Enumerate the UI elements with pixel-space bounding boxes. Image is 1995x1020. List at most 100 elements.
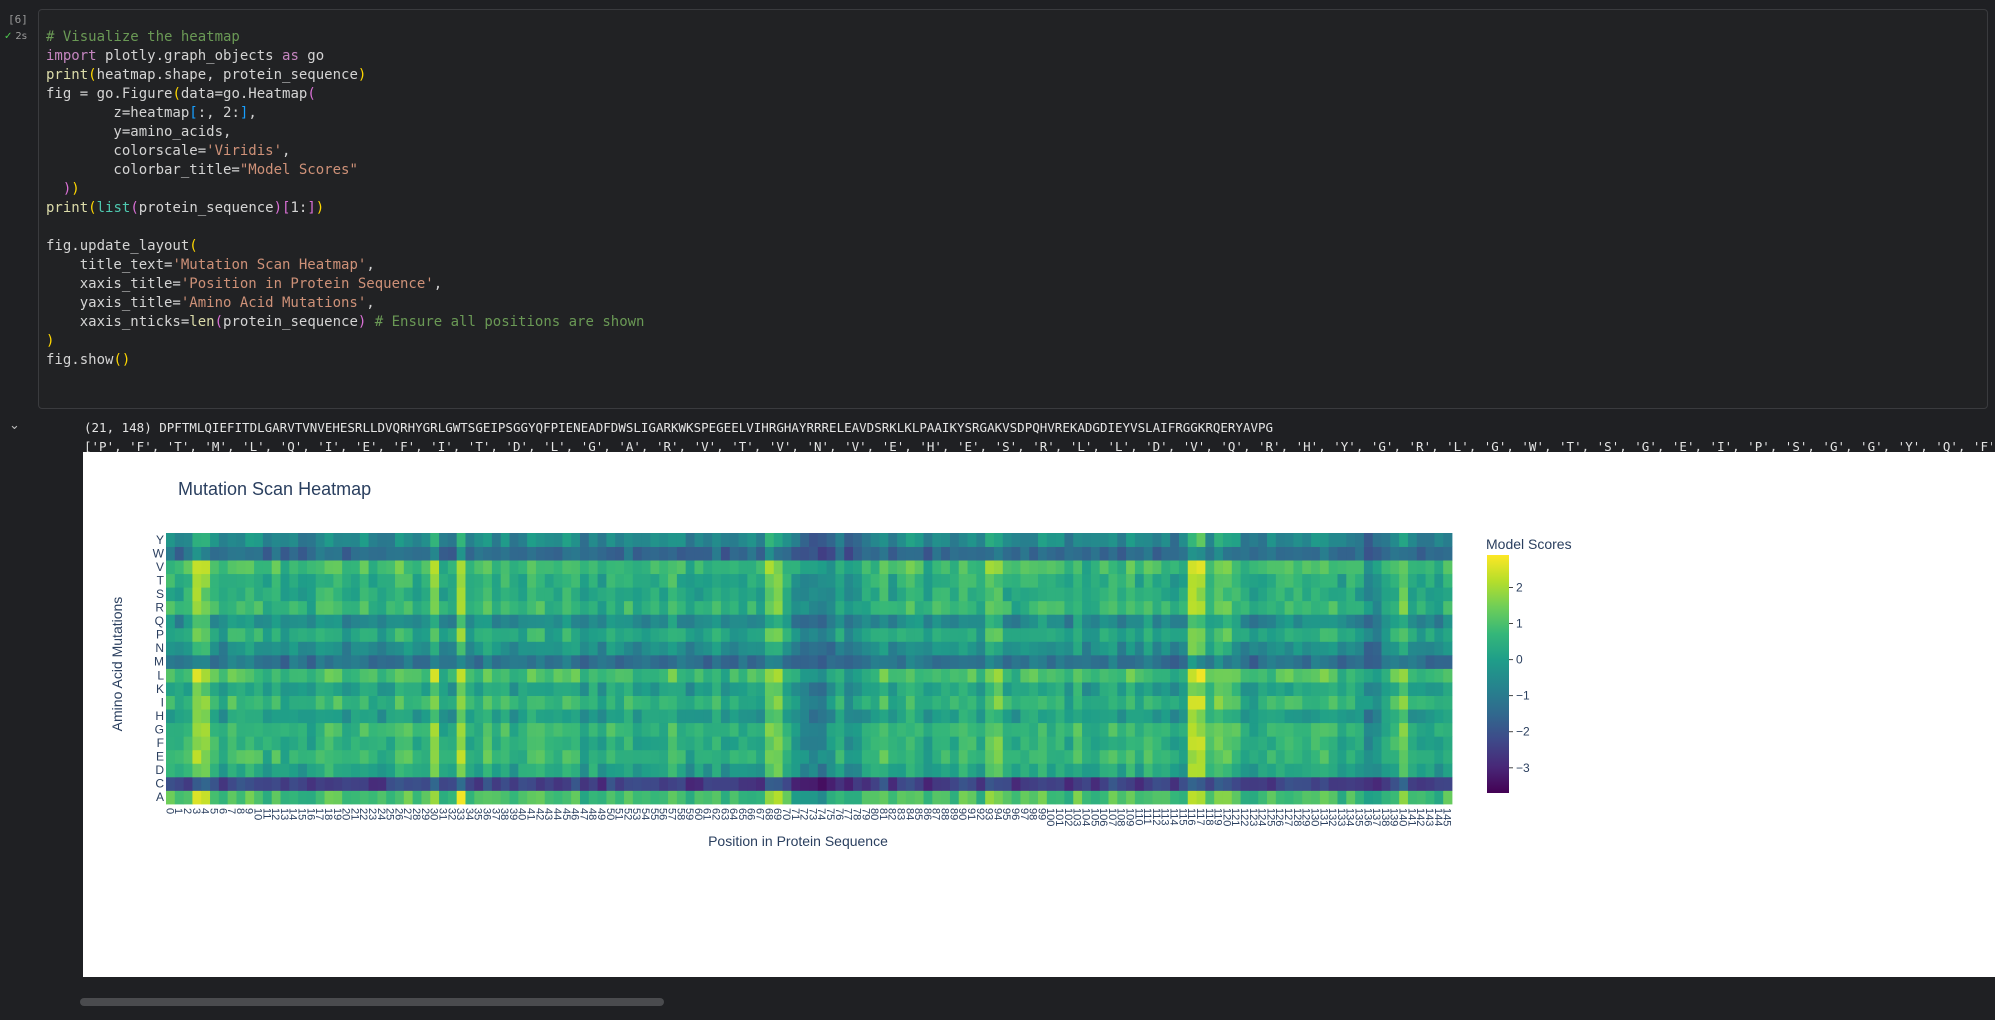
heatmap-cell[interactable] xyxy=(1284,695,1294,710)
heatmap-cell[interactable] xyxy=(271,573,281,588)
heatmap-cell[interactable] xyxy=(1240,546,1250,561)
heatmap-cell[interactable] xyxy=(201,722,211,737)
horizontal-scrollbar[interactable] xyxy=(80,998,664,1006)
heatmap-cell[interactable] xyxy=(632,709,643,724)
heatmap-cell[interactable] xyxy=(315,641,325,656)
heatmap-cell[interactable] xyxy=(562,546,572,561)
heatmap-cell[interactable] xyxy=(183,668,193,683)
heatmap-cell[interactable] xyxy=(1390,763,1400,778)
heatmap-cell[interactable] xyxy=(562,587,572,602)
heatmap-cell[interactable] xyxy=(826,749,836,764)
heatmap-cell[interactable] xyxy=(518,600,528,615)
heatmap-cell[interactable] xyxy=(1328,654,1338,669)
heatmap-cell[interactable] xyxy=(342,790,352,805)
heatmap-cell[interactable] xyxy=(1082,722,1092,737)
heatmap-cell[interactable] xyxy=(1346,763,1356,778)
heatmap-cell[interactable] xyxy=(1170,587,1180,602)
heatmap-cell[interactable] xyxy=(315,763,325,778)
heatmap-cell[interactable] xyxy=(1425,682,1435,696)
heatmap-cell[interactable] xyxy=(738,776,748,791)
heatmap-cell[interactable] xyxy=(562,641,572,656)
heatmap-cell[interactable] xyxy=(1267,749,1277,764)
heatmap-cell[interactable] xyxy=(888,641,898,656)
heatmap-cell[interactable] xyxy=(1328,736,1338,751)
heatmap-cell[interactable] xyxy=(712,790,722,805)
heatmap-cell[interactable] xyxy=(289,790,299,805)
heatmap-cell[interactable] xyxy=(1029,614,1039,629)
heatmap-cell[interactable] xyxy=(879,573,889,588)
heatmap-cell[interactable] xyxy=(201,600,211,615)
heatmap-cell[interactable] xyxy=(597,587,607,602)
heatmap-cell[interactable] xyxy=(1416,641,1426,656)
heatmap-cell[interactable] xyxy=(333,776,343,791)
heatmap-cell[interactable] xyxy=(1346,546,1356,561)
heatmap-cell[interactable] xyxy=(1399,560,1409,575)
heatmap-cell[interactable] xyxy=(738,722,748,737)
heatmap-cell[interactable] xyxy=(403,546,414,561)
heatmap-cell[interactable] xyxy=(1029,776,1039,791)
heatmap-cell[interactable] xyxy=(1161,546,1171,561)
heatmap-cell[interactable] xyxy=(632,749,643,764)
heatmap-cell[interactable] xyxy=(1319,614,1330,629)
heatmap-cell[interactable] xyxy=(932,546,942,561)
heatmap-cell[interactable] xyxy=(403,641,414,656)
heatmap-cell[interactable] xyxy=(861,641,872,656)
heatmap-cell[interactable] xyxy=(1390,641,1400,656)
heatmap-cell[interactable] xyxy=(949,641,960,656)
heatmap-cell[interactable] xyxy=(218,776,229,791)
heatmap-cell[interactable] xyxy=(403,749,414,764)
heatmap-cell[interactable] xyxy=(676,749,687,764)
heatmap-cell[interactable] xyxy=(1038,668,1048,683)
heatmap-cell[interactable] xyxy=(509,682,519,696)
heatmap-cell[interactable] xyxy=(615,668,625,683)
heatmap-cell[interactable] xyxy=(932,736,942,751)
heatmap-cell[interactable] xyxy=(879,749,889,764)
heatmap-cell[interactable] xyxy=(412,627,422,642)
heatmap-cell[interactable] xyxy=(835,749,845,764)
heatmap-cell[interactable] xyxy=(976,682,986,696)
heatmap-cell[interactable] xyxy=(1082,627,1092,642)
heatmap-cell[interactable] xyxy=(359,560,369,575)
heatmap-cell[interactable] xyxy=(192,573,202,588)
heatmap-cell[interactable] xyxy=(1222,587,1233,602)
heatmap-cell[interactable] xyxy=(218,736,229,751)
heatmap-cell[interactable] xyxy=(500,587,510,602)
heatmap-cell[interactable] xyxy=(1108,682,1118,696)
heatmap-cell[interactable] xyxy=(386,736,396,751)
heatmap-cell[interactable] xyxy=(1205,546,1215,561)
heatmap-cell[interactable] xyxy=(1275,709,1286,724)
heatmap-cell[interactable] xyxy=(377,776,387,791)
heatmap-cell[interactable] xyxy=(562,654,572,669)
heatmap-cell[interactable] xyxy=(870,682,880,696)
heatmap-cell[interactable] xyxy=(412,560,422,575)
heatmap-cell[interactable] xyxy=(456,546,466,561)
heatmap-cell[interactable] xyxy=(773,763,783,778)
heatmap-cell[interactable] xyxy=(1258,682,1268,696)
heatmap-cell[interactable] xyxy=(941,587,951,602)
heatmap-cell[interactable] xyxy=(1073,573,1083,588)
heatmap-cell[interactable] xyxy=(280,709,290,724)
heatmap-cell[interactable] xyxy=(218,749,229,764)
heatmap-cell[interactable] xyxy=(624,722,634,737)
heatmap-cell[interactable] xyxy=(923,600,933,615)
heatmap-cell[interactable] xyxy=(1275,600,1286,615)
heatmap-cell[interactable] xyxy=(245,587,255,602)
heatmap-cell[interactable] xyxy=(324,722,334,737)
heatmap-cell[interactable] xyxy=(324,682,334,696)
heatmap-cell[interactable] xyxy=(1434,654,1444,669)
heatmap-cell[interactable] xyxy=(650,682,660,696)
heatmap-cell[interactable] xyxy=(1196,614,1206,629)
heatmap-cell[interactable] xyxy=(1293,654,1303,669)
heatmap-cell[interactable] xyxy=(333,749,343,764)
heatmap-cell[interactable] xyxy=(817,709,828,724)
heatmap-cell[interactable] xyxy=(395,763,405,778)
heatmap-cell[interactable] xyxy=(254,560,264,575)
heatmap-cell[interactable] xyxy=(342,533,352,547)
heatmap-cell[interactable] xyxy=(500,546,510,561)
heatmap-cell[interactable] xyxy=(254,763,264,778)
heatmap-cell[interactable] xyxy=(1002,695,1012,710)
heatmap-cell[interactable] xyxy=(1319,709,1330,724)
heatmap-cell[interactable] xyxy=(932,790,942,805)
heatmap-cell[interactable] xyxy=(236,654,246,669)
heatmap-cell[interactable] xyxy=(465,546,475,561)
